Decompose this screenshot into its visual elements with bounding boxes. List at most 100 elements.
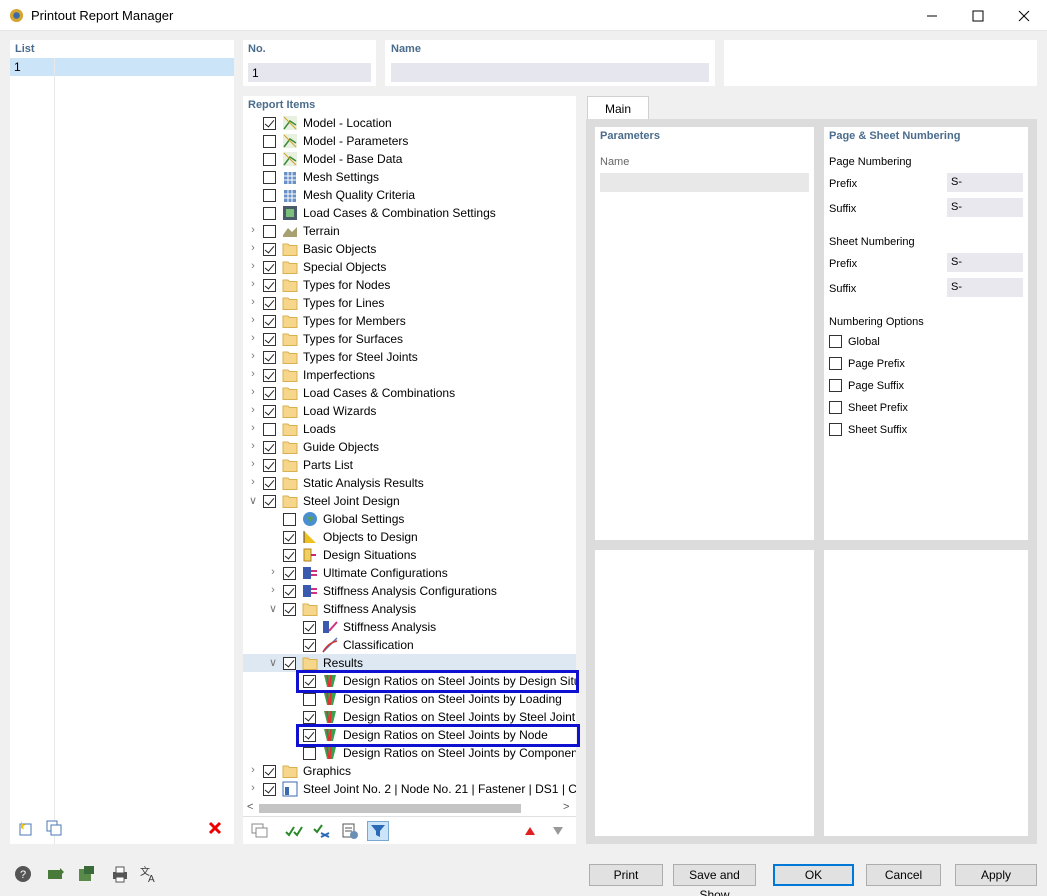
- scroll-thumb[interactable]: [259, 804, 521, 813]
- horizontal-scrollbar[interactable]: < >: [243, 800, 576, 816]
- tree-item-checkbox[interactable]: [263, 423, 276, 436]
- tree-item[interactable]: Design Situations: [243, 546, 576, 564]
- tree-item-checkbox[interactable]: [263, 297, 276, 310]
- save-settings-button[interactable]: [74, 862, 98, 886]
- tree-item[interactable]: Load Cases & Combination Settings: [243, 204, 576, 222]
- move-down-button[interactable]: [547, 821, 569, 841]
- tree-item-checkbox[interactable]: [303, 711, 316, 724]
- tree-item[interactable]: ›Types for Members: [243, 312, 576, 330]
- tree-item[interactable]: Stiffness Analysis: [243, 618, 576, 636]
- apply-button[interactable]: Apply: [955, 864, 1037, 886]
- chevron-right-icon[interactable]: ›: [247, 296, 259, 310]
- tree-item[interactable]: Classification: [243, 636, 576, 654]
- tree-item[interactable]: ›Parts List: [243, 456, 576, 474]
- tree-item[interactable]: ›Stiffness Analysis Configurations: [243, 582, 576, 600]
- minimize-button[interactable]: [909, 0, 955, 31]
- tree-item[interactable]: Model - Base Data: [243, 150, 576, 168]
- maximize-button[interactable]: [955, 0, 1001, 31]
- chevron-right-icon[interactable]: ›: [247, 422, 259, 436]
- tree-item[interactable]: ›Steel Joint No. 2 | Node No. 21 | Faste…: [243, 780, 576, 798]
- tree-item[interactable]: Design Ratios on Steel Joints by Compone…: [243, 744, 576, 762]
- chevron-down-icon[interactable]: ∨: [267, 602, 279, 616]
- tree-item[interactable]: ›Guide Objects: [243, 438, 576, 456]
- tree-item-checkbox[interactable]: [283, 567, 296, 580]
- tree-item-checkbox[interactable]: [263, 135, 276, 148]
- copy-report-button[interactable]: [43, 817, 65, 839]
- chevron-right-icon[interactable]: ›: [247, 350, 259, 364]
- tree-item-checkbox[interactable]: [263, 765, 276, 778]
- chevron-right-icon[interactable]: ›: [247, 332, 259, 346]
- chevron-right-icon[interactable]: ›: [247, 386, 259, 400]
- settings-button[interactable]: [339, 821, 361, 841]
- chevron-right-icon[interactable]: ›: [247, 278, 259, 292]
- chevron-right-icon[interactable]: ›: [247, 404, 259, 418]
- chevron-right-icon[interactable]: ›: [267, 584, 279, 598]
- tree-item-checkbox[interactable]: [263, 369, 276, 382]
- tree-item[interactable]: Objects to Design: [243, 528, 576, 546]
- filter-button[interactable]: [367, 821, 389, 841]
- chevron-right-icon[interactable]: ›: [247, 314, 259, 328]
- tree-item[interactable]: Design Ratios on Steel Joints by Steel J…: [243, 708, 576, 726]
- tree-item-checkbox[interactable]: [263, 495, 276, 508]
- ok-button[interactable]: OK: [773, 864, 854, 886]
- units-button[interactable]: [44, 862, 68, 886]
- tree-item[interactable]: ›Basic Objects: [243, 240, 576, 258]
- tree-item-checkbox[interactable]: [263, 477, 276, 490]
- page-prefix-checkbox[interactable]: [829, 357, 842, 370]
- move-up-button[interactable]: [519, 821, 541, 841]
- cancel-button[interactable]: Cancel: [866, 864, 941, 886]
- new-report-button[interactable]: [15, 817, 37, 839]
- tree-item[interactable]: ›Ultimate Configurations: [243, 564, 576, 582]
- tree-item-checkbox[interactable]: [303, 747, 316, 760]
- tree-item-checkbox[interactable]: [263, 387, 276, 400]
- print-settings-button[interactable]: [108, 862, 132, 886]
- help-button[interactable]: ?: [11, 862, 35, 886]
- tree-item-checkbox[interactable]: [303, 675, 316, 688]
- tree-item-checkbox[interactable]: [283, 603, 296, 616]
- chevron-right-icon[interactable]: ›: [247, 260, 259, 274]
- chevron-right-icon[interactable]: ›: [247, 368, 259, 382]
- tree-item[interactable]: ›Static Analysis Results: [243, 474, 576, 492]
- tree-item-checkbox[interactable]: [283, 531, 296, 544]
- tree-item-checkbox[interactable]: [283, 513, 296, 526]
- chevron-right-icon[interactable]: ›: [247, 440, 259, 454]
- tree-item-checkbox[interactable]: [263, 171, 276, 184]
- tree-item-checkbox[interactable]: [303, 693, 316, 706]
- tree-item[interactable]: Mesh Quality Criteria: [243, 186, 576, 204]
- tree-item-checkbox[interactable]: [263, 261, 276, 274]
- chevron-right-icon[interactable]: ›: [247, 764, 259, 778]
- tree-item-checkbox[interactable]: [303, 621, 316, 634]
- sheet-suffix-input[interactable]: S-: [947, 278, 1023, 297]
- tree-item-checkbox[interactable]: [283, 549, 296, 562]
- tree-item[interactable]: ∨Stiffness Analysis: [243, 600, 576, 618]
- sheet-prefix-checkbox[interactable]: [829, 401, 842, 414]
- tree-item[interactable]: Design Ratios on Steel Joints by Loading: [243, 690, 576, 708]
- tree-item[interactable]: Design Ratios on Steel Joints by Design …: [243, 672, 576, 690]
- tree-item-checkbox[interactable]: [263, 117, 276, 130]
- chevron-right-icon[interactable]: ›: [247, 242, 259, 256]
- tree-item[interactable]: ›Types for Nodes: [243, 276, 576, 294]
- tree-item-checkbox[interactable]: [263, 225, 276, 238]
- tree-item[interactable]: ›Types for Lines: [243, 294, 576, 312]
- tree-item-checkbox[interactable]: [263, 279, 276, 292]
- name-input[interactable]: [391, 63, 709, 82]
- tree-item[interactable]: Mesh Settings: [243, 168, 576, 186]
- chevron-right-icon[interactable]: ›: [247, 458, 259, 472]
- tree-item[interactable]: ›Loads: [243, 420, 576, 438]
- tab-main[interactable]: Main: [587, 96, 649, 120]
- tree-item-checkbox[interactable]: [263, 243, 276, 256]
- tree-item-checkbox[interactable]: [263, 351, 276, 364]
- tree-item-checkbox[interactable]: [263, 441, 276, 454]
- parameters-name-input[interactable]: [600, 173, 809, 192]
- tree-item[interactable]: Model - Parameters: [243, 132, 576, 150]
- tree-item[interactable]: Model - Location: [243, 114, 576, 132]
- tree-item[interactable]: ›Graphics: [243, 762, 576, 780]
- tree-item[interactable]: ›Special Objects: [243, 258, 576, 276]
- tree-item-checkbox[interactable]: [263, 153, 276, 166]
- scroll-right-icon[interactable]: >: [563, 801, 569, 813]
- tree-item[interactable]: ∨Steel Joint Design: [243, 492, 576, 510]
- tree-item-checkbox[interactable]: [303, 639, 316, 652]
- tree-item-checkbox[interactable]: [263, 459, 276, 472]
- tree-item-checkbox[interactable]: [283, 585, 296, 598]
- language-button[interactable]: 文A: [136, 862, 160, 886]
